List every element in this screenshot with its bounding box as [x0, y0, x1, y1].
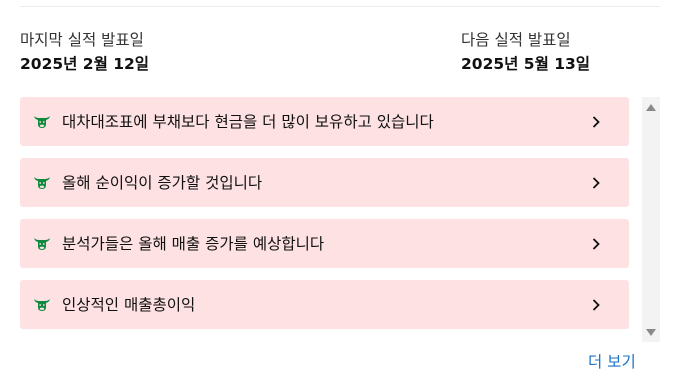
scroll-down-arrow-icon[interactable] [645, 328, 657, 338]
bull-icon [34, 298, 50, 311]
bull-icon [34, 115, 50, 128]
list-scrollbar[interactable] [642, 97, 660, 342]
insight-text: 대차대조표에 부채보다 현금을 더 많이 보유하고 있습니다 [62, 112, 434, 131]
insight-item[interactable]: 대차대조표에 부채보다 현금을 더 많이 보유하고 있습니다 [20, 97, 629, 146]
insight-text: 분석가들은 올해 매출 증가를 예상합니다 [62, 234, 325, 253]
next-earnings-label: 다음 실적 발표일 [461, 31, 571, 49]
top-divider [20, 6, 660, 7]
insight-text: 올해 순이익이 증가할 것입니다 [62, 173, 263, 192]
last-earnings-date: 2025년 2월 12일 [20, 55, 150, 73]
chevron-right-icon [592, 298, 600, 311]
insight-item[interactable]: 분석가들은 올해 매출 증가를 예상합니다 [20, 219, 629, 268]
last-earnings-label: 마지막 실적 발표일 [20, 31, 144, 49]
chevron-right-icon [592, 176, 600, 189]
next-earnings: 다음 실적 발표일 2025년 5월 13일 [461, 30, 590, 74]
insight-item[interactable]: 인상적인 매출총이익 [20, 280, 629, 329]
next-earnings-date: 2025년 5월 13일 [461, 55, 591, 73]
last-earnings: 마지막 실적 발표일 2025년 2월 12일 [20, 30, 149, 74]
see-more-link[interactable]: 더 보기 [588, 352, 636, 372]
insight-text: 인상적인 매출총이익 [62, 295, 196, 314]
chevron-right-icon [592, 115, 600, 128]
earnings-insights-panel: 마지막 실적 발표일 2025년 2월 12일 다음 실적 발표일 2025년 … [0, 0, 689, 375]
chevron-right-icon [592, 237, 600, 250]
insight-item[interactable]: 올해 순이익이 증가할 것입니다 [20, 158, 629, 207]
scroll-up-arrow-icon[interactable] [645, 102, 657, 112]
bull-icon [34, 176, 50, 189]
insight-list: 대차대조표에 부채보다 현금을 더 많이 보유하고 있습니다 올해 순이익이 증… [20, 97, 629, 341]
bull-icon [34, 237, 50, 250]
